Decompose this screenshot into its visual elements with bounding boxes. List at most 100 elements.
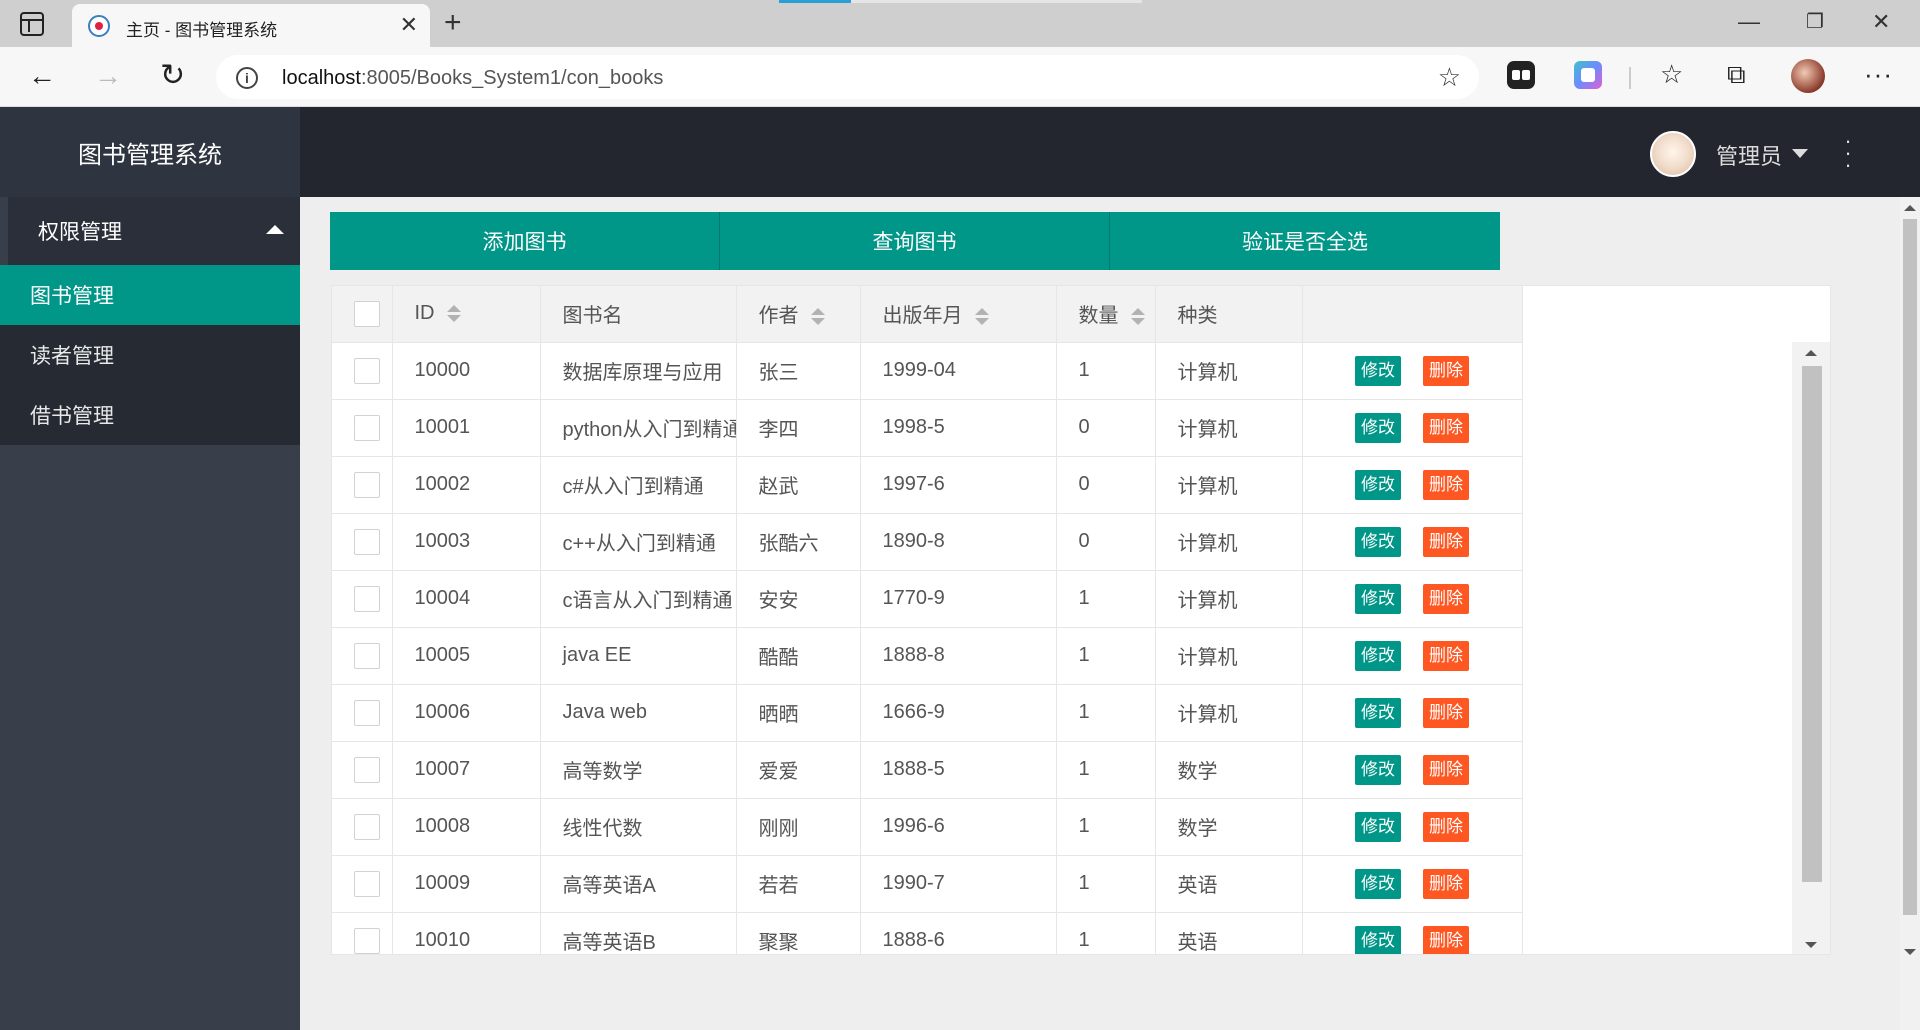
close-tab-icon[interactable]: ✕ [400,13,418,37]
sidebar-item-label: 借书管理 [30,405,114,428]
row-checkbox[interactable] [354,870,380,897]
category-cell: 计算机 [1155,570,1303,628]
date-cell: 1996-6 [860,798,1057,856]
edit-button[interactable]: 修改 [1355,811,1401,842]
caret-down-icon[interactable] [1792,149,1808,158]
scroll-up-icon[interactable] [1904,205,1916,211]
edit-button[interactable]: 修改 [1355,868,1401,899]
delete-button[interactable]: 删除 [1423,640,1469,671]
delete-button[interactable]: 删除 [1423,355,1469,386]
browser-tab[interactable]: 主页 - 图书管理系统 ✕ [72,4,430,47]
row-select-cell [332,456,393,514]
row-checkbox[interactable] [354,756,380,783]
edit-button[interactable]: 修改 [1355,412,1401,443]
sidebar-item-books[interactable]: 图书管理 [0,265,300,325]
column-header-date[interactable]: 出版年月 [860,286,1057,343]
table-body: 10000 数据库原理与应用 张三 1999-04 1 计算机 修改 删除 10001 pytho… [332,342,1792,954]
add-book-button[interactable]: 添加图书 [330,212,720,270]
edit-button[interactable]: 修改 [1355,469,1401,500]
row-checkbox[interactable] [354,357,380,384]
row-checkbox[interactable] [354,927,380,954]
delete-button[interactable]: 删除 [1423,526,1469,557]
row-checkbox[interactable] [354,813,380,840]
forward-arrow-icon[interactable]: → [94,61,122,91]
edit-button[interactable]: 修改 [1355,355,1401,386]
column-header-label: 图书名 [562,305,623,328]
page-scrollbar[interactable] [1900,197,1920,1030]
date-cell: 1770-9 [860,570,1057,628]
add-favorite-icon[interactable]: ☆ [1438,63,1461,91]
site-info-icon[interactable]: i [236,67,258,89]
delete-button[interactable]: 删除 [1423,925,1469,954]
scrollbar-thumb[interactable] [1802,366,1822,882]
delete-button[interactable]: 删除 [1423,469,1469,500]
quantity-cell: 0 [1056,399,1156,457]
table-row: 10000 数据库原理与应用 张三 1999-04 1 计算机 修改 删除 [332,342,1792,400]
row-checkbox[interactable] [354,699,380,726]
column-header-author[interactable]: 作者 [736,286,861,343]
extension-icon[interactable] [1574,61,1602,89]
scroll-down-icon[interactable] [1904,949,1916,955]
toolbar-divider [1629,67,1631,89]
toolbar-button-group: 添加图书 查询图书 验证是否全选 [330,212,1500,270]
delete-button[interactable]: 删除 [1423,697,1469,728]
category-cell: 计算机 [1155,456,1303,514]
select-all-checkbox[interactable] [354,300,380,327]
new-tab-icon[interactable]: + [444,6,462,40]
scroll-up-icon[interactable] [1805,350,1817,356]
delete-button[interactable]: 删除 [1423,412,1469,443]
delete-button[interactable]: 删除 [1423,868,1469,899]
sort-icon[interactable] [1130,307,1145,326]
row-actions-cell: 修改 删除 [1302,513,1523,571]
restore-icon[interactable]: ❐ [1806,8,1824,36]
row-checkbox[interactable] [354,414,380,441]
user-avatar[interactable] [1650,131,1696,177]
sidebar-group-permissions[interactable]: 权限管理 [0,197,300,265]
sidebar-item-readers[interactable]: 读者管理 [0,325,300,385]
scroll-down-icon[interactable] [1805,942,1817,948]
delete-button[interactable]: 删除 [1423,811,1469,842]
more-vertical-icon[interactable]: · · · [1844,130,1852,176]
extension-icon[interactable] [1507,61,1535,89]
sort-icon[interactable] [810,307,825,326]
query-book-button[interactable]: 查询图书 [720,212,1110,270]
author-cell: 晒晒 [736,684,861,742]
delete-button[interactable]: 删除 [1423,583,1469,614]
column-header-quantity[interactable]: 数量 [1056,286,1156,343]
edit-button[interactable]: 修改 [1355,925,1401,954]
id-cell: 10002 [392,456,541,514]
profile-avatar[interactable] [1791,59,1825,93]
url-text: localhost:8005/Books_System1/con_books [282,67,663,90]
row-checkbox[interactable] [354,642,380,669]
favorites-icon[interactable]: ☆ [1660,59,1683,89]
table-scrollbar[interactable] [1792,342,1830,954]
edit-button[interactable]: 修改 [1355,697,1401,728]
back-arrow-icon[interactable]: ← [28,61,56,91]
row-checkbox[interactable] [354,471,380,498]
table-row: 10002 c#从入门到精通 赵武 1997-6 0 计算机 修改 删除 [332,456,1792,514]
sort-icon[interactable] [974,307,989,326]
collections-icon[interactable]: ⧉ [1727,59,1746,89]
edit-button[interactable]: 修改 [1355,526,1401,557]
id-cell: 10008 [392,798,541,856]
minimize-icon[interactable]: — [1738,8,1760,36]
url-field[interactable]: i localhost:8005/Books_System1/con_books… [216,55,1479,99]
edit-button[interactable]: 修改 [1355,754,1401,785]
window-close-icon[interactable]: ✕ [1872,8,1890,36]
edit-button[interactable]: 修改 [1355,583,1401,614]
row-checkbox[interactable] [354,585,380,612]
scrollbar-thumb[interactable] [1903,219,1917,915]
sidebar-item-borrowing[interactable]: 借书管理 [0,385,300,445]
row-checkbox[interactable] [354,528,380,555]
category-cell: 计算机 [1155,684,1303,742]
table-row: 10008 线性代数 刚刚 1996-6 1 数学 修改 删除 [332,798,1792,856]
more-options-icon[interactable]: ··· [1864,59,1893,89]
tab-actions-icon[interactable] [20,12,44,36]
edit-button[interactable]: 修改 [1355,640,1401,671]
delete-button[interactable]: 删除 [1423,754,1469,785]
column-header-id[interactable]: ID [392,286,541,343]
check-all-selected-button[interactable]: 验证是否全选 [1110,212,1500,270]
reload-icon[interactable]: ↻ [160,61,185,91]
sort-icon[interactable] [446,304,461,323]
user-name[interactable]: 管理员 [1716,139,1782,171]
